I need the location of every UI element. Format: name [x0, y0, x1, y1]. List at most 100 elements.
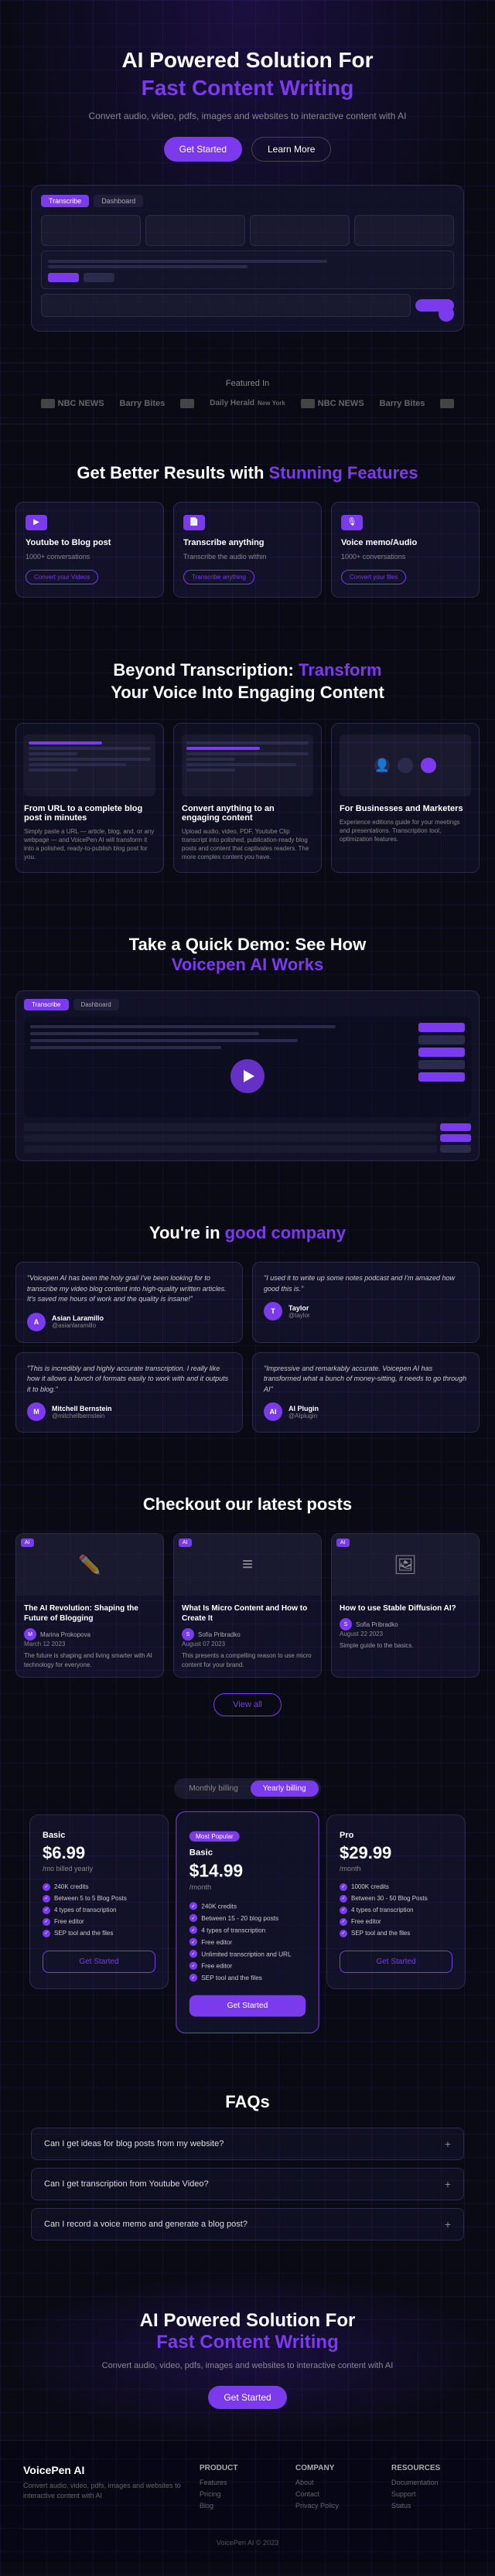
mockup-card-2 — [145, 215, 245, 246]
blog-thumb-0: ✏️ AI — [16, 1534, 163, 1596]
pricing-feature-1-5: ✓ Free editor — [189, 1961, 306, 1969]
monthly-toggle-btn[interactable]: Monthly billing — [176, 1780, 250, 1797]
transform-mockup-0 — [24, 734, 155, 796]
view-all-button[interactable]: View all — [213, 1693, 282, 1716]
pricing-period-0: /mo billed yearly — [43, 1865, 155, 1872]
mockup-tab-2: Dashboard — [94, 195, 143, 207]
br-icon — [180, 399, 194, 408]
footer-link-privacy[interactable]: Privacy Policy — [295, 2502, 376, 2510]
demo-bar-1 — [418, 1023, 465, 1032]
mockup-inner — [41, 250, 454, 289]
author-name-3: AI Plugin — [288, 1405, 319, 1412]
footer-col-0: Product Features Pricing Blog — [200, 2464, 280, 2513]
footer-hero-subtitle: Convert audio, video, pdfs, images and w… — [15, 2361, 480, 2370]
blog-grid: ✏️ AI The AI Revolution: Shaping the Fut… — [15, 1533, 480, 1677]
pricing-feature-0-4: ✓ SEP tool and the files — [43, 1930, 155, 1937]
transform-card-url: From URL to a complete blog post in minu… — [15, 723, 164, 874]
pricing-feature-0-0: ✓ 240K credits — [43, 1883, 155, 1891]
yearly-toggle-btn[interactable]: Yearly billing — [251, 1780, 319, 1797]
faq-question-0: Can I get ideas for blog posts from my w… — [44, 2139, 224, 2148]
footer-link-features[interactable]: Features — [200, 2479, 280, 2486]
testimonial-card-1: "I used it to write up some notes podcas… — [252, 1262, 480, 1343]
testimonial-text-0: "Voicepen AI has been the holy grail I'v… — [27, 1273, 231, 1305]
feature-title-2: Voice memo/Audio — [341, 538, 469, 547]
footer-hero-cta[interactable]: Get Started — [208, 2386, 286, 2409]
demo-title-accent: Voicepen AI Works — [172, 955, 323, 974]
transform-title-plain: Beyond Transcription: — [113, 660, 293, 680]
footer-link-blog[interactable]: Blog — [200, 2502, 280, 2510]
transform-mockup-2: 👤 — [340, 734, 471, 796]
testimonial-author-3: AI AI Plugin @AIplugin — [264, 1402, 468, 1421]
footer-link-docs[interactable]: Documentation — [391, 2479, 472, 2486]
faq-item-1[interactable]: Can I get transcription from Youtube Vid… — [31, 2168, 464, 2200]
footer-col-title-0: Product — [200, 2464, 280, 2472]
pricing-cta-1[interactable]: Get Started — [189, 1995, 306, 2016]
footer-link-status[interactable]: Status — [391, 2502, 472, 2510]
transform-title: Beyond Transcription: Transform Your Voi… — [15, 659, 480, 704]
transform-card-title-0: From URL to a complete blog post in minu… — [24, 804, 155, 823]
feature-card-transcribe: 📄 Transcribe anything Transcribe the aud… — [173, 502, 322, 598]
get-started-button[interactable]: Get Started — [164, 137, 242, 162]
author-avatar-2: M — [27, 1402, 46, 1421]
demo-title-plain: Take a Quick Demo: See How — [129, 935, 366, 954]
learn-more-button[interactable]: Learn More — [251, 137, 331, 162]
blog-avatar-0: M — [24, 1628, 36, 1641]
demo-tab-dashboard[interactable]: Dashboard — [73, 999, 119, 1010]
check-icon: ✓ — [43, 1895, 50, 1903]
play-triangle-icon — [244, 1070, 254, 1082]
check-icon: ✓ — [340, 1918, 347, 1926]
author-handle-0: @asianlaramillo — [52, 1322, 104, 1329]
mockup-card-3 — [250, 215, 350, 246]
br2-icon — [440, 399, 454, 408]
demo-tab-transcribe[interactable]: Transcribe — [24, 999, 69, 1010]
faq-item-0[interactable]: Can I get ideas for blog posts from my w… — [31, 2128, 464, 2160]
check-icon: ✓ — [340, 1895, 347, 1903]
mockup-btn-2 — [84, 273, 114, 282]
footer-link-about[interactable]: About — [295, 2479, 376, 2486]
nbc2-icon — [301, 399, 315, 408]
hero-title-line2: Fast Content Writing — [142, 76, 354, 100]
faq-item-2[interactable]: Can I record a voice memo and generate a… — [31, 2208, 464, 2240]
pricing-card-1: Most Popular Basic $14.99 /month ✓ 240K … — [176, 1811, 319, 2033]
faq-list: Can I get ideas for blog posts from my w… — [31, 2128, 464, 2240]
footer-link-contact[interactable]: Contact — [295, 2490, 376, 2498]
footer-link-pricing[interactable]: Pricing — [200, 2490, 280, 2498]
blog-content-0: The AI Revolution: Shaping the Future of… — [16, 1596, 163, 1676]
featured-section: Featured In NBC NEWS Barry Bites Daily H… — [0, 363, 495, 424]
logo-daily: Daily HeraldNew York — [210, 399, 285, 407]
pricing-period-1: /month — [189, 1883, 306, 1890]
author-avatar-0: A — [27, 1313, 46, 1331]
transform-card-convert: Convert anything to an engaging content … — [173, 723, 322, 874]
feature-title-0: Youtube to Blog post — [26, 538, 154, 547]
feature-btn-2[interactable]: Convert your files — [341, 570, 406, 584]
pricing-card-0: Basic $6.99 /mo billed yearly ✓ 240K cre… — [29, 1814, 169, 1989]
features-title-plain: Get Better Results with — [77, 463, 264, 482]
feature-btn-1[interactable]: Transcribe anything — [183, 570, 254, 584]
pricing-cta-0[interactable]: Get Started — [43, 1951, 155, 1973]
footer-col-2: Resources Documentation Support Status — [391, 2464, 472, 2513]
pricing-feature-1-4: ✓ Unlimited transcription and URL — [189, 1950, 306, 1958]
testimonial-author-1: T Taylor @taylor — [264, 1302, 468, 1320]
pricing-cta-2[interactable]: Get Started — [340, 1951, 452, 1973]
blog-card-0: ✏️ AI The AI Revolution: Shaping the Fut… — [15, 1533, 164, 1677]
author-info-2: Mitchell Bernstein @mitchellbernstein — [52, 1405, 112, 1419]
play-button[interactable] — [230, 1059, 265, 1093]
check-icon: ✓ — [43, 1918, 50, 1926]
footer-hero-title: AI Powered Solution For Fast Content Wri… — [15, 2310, 480, 2353]
blog-desc-0: The future is shaping and living smarter… — [24, 1651, 155, 1668]
faq-title-text: FAQs — [225, 2092, 269, 2111]
footer-link-support[interactable]: Support — [391, 2490, 472, 2498]
blog-thumb-icon-2: 🖼 — [394, 1554, 417, 1576]
footer: VoicePen AI Convert audio, video, pdfs, … — [0, 2440, 495, 2562]
logo-nbc: NBC NEWS — [41, 399, 104, 408]
blog-card-2: 🖼 AI How to use Stable Diffusion AI? S S… — [331, 1533, 480, 1677]
transform-card-title-2: For Businesses and Marketers — [340, 804, 471, 813]
hero-dashboard-mockup: Transcribe Dashboard — [31, 185, 464, 332]
pricing-cards: Basic $6.99 /mo billed yearly ✓ 240K cre… — [15, 1814, 480, 2030]
features-title-accent: Stunning Features — [269, 463, 418, 482]
feature-btn-0[interactable]: Convert your Videos — [26, 570, 98, 584]
demo-bar-4 — [418, 1060, 465, 1069]
blog-title: Checkout our latest posts — [15, 1494, 480, 1515]
testimonials-title: You're in good company — [15, 1223, 480, 1243]
author-handle-2: @mitchellbernstein — [52, 1412, 112, 1419]
